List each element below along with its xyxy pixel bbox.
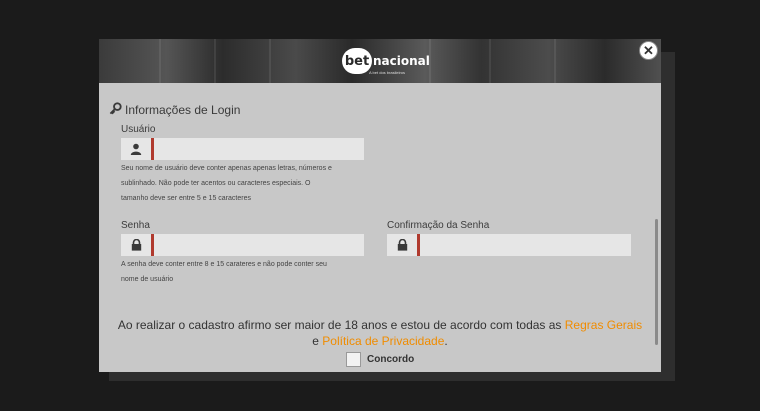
close-button[interactable]: ✕ xyxy=(639,41,658,60)
login-section-title-text: Informações de Login xyxy=(125,103,241,117)
password-confirm-label: Confirmação da Senha xyxy=(387,220,490,231)
password-field[interactable] xyxy=(121,234,364,256)
scrollbar[interactable] xyxy=(655,219,658,345)
logo-bet-text: bet xyxy=(342,48,372,74)
agree-control[interactable]: Concordo xyxy=(346,352,414,367)
lock-icon xyxy=(121,234,151,256)
username-label: Usuário xyxy=(121,124,156,135)
key-icon xyxy=(109,102,122,118)
password-label: Senha xyxy=(121,220,150,231)
close-icon: ✕ xyxy=(643,42,654,58)
consent-text-before: Ao realizar o cadastro afirmo ser maior … xyxy=(117,318,565,332)
consent-text-and: e xyxy=(312,334,323,348)
logo-nacional-text: nacional xyxy=(373,54,430,68)
user-icon xyxy=(121,138,151,160)
password-hint-line: A senha deve conter entre 8 e 15 carater… xyxy=(121,261,327,268)
header-banner: bet nacional A bet dos brasileiros xyxy=(99,39,661,83)
username-hint-line: Seu nome de usuário deve conter apenas a… xyxy=(121,165,332,172)
registration-modal: bet nacional A bet dos brasileiros Infor… xyxy=(99,39,661,372)
password-confirm-input[interactable] xyxy=(420,234,631,256)
privacy-policy-link[interactable]: Política de Privacidade xyxy=(322,334,444,348)
username-input[interactable] xyxy=(154,138,364,160)
terms-link[interactable]: Regras Gerais xyxy=(565,318,642,332)
agree-checkbox[interactable] xyxy=(346,352,361,367)
lock-icon xyxy=(387,234,417,256)
password-input[interactable] xyxy=(154,234,364,256)
username-field[interactable] xyxy=(121,138,364,160)
password-hint-line: nome de usuário xyxy=(121,276,174,283)
username-hint-line: sublinhado. Não pode ter acentos ou cara… xyxy=(121,180,311,187)
consent-text-end: . xyxy=(444,334,448,348)
agree-label: Concordo xyxy=(367,354,415,365)
consent-text: Ao realizar o cadastro afirmo ser maior … xyxy=(99,317,661,349)
login-section-title: Informações de Login xyxy=(109,102,240,118)
password-confirm-field[interactable] xyxy=(387,234,631,256)
username-hint-line: tamanho deve ser entre 5 e 15 caracteres xyxy=(121,195,251,202)
logo-tagline: A bet dos brasileiros xyxy=(369,70,406,75)
username-hint: Seu nome de usuário deve conter apenas a… xyxy=(121,161,332,206)
password-hint: A senha deve conter entre 8 e 15 carater… xyxy=(121,257,327,287)
